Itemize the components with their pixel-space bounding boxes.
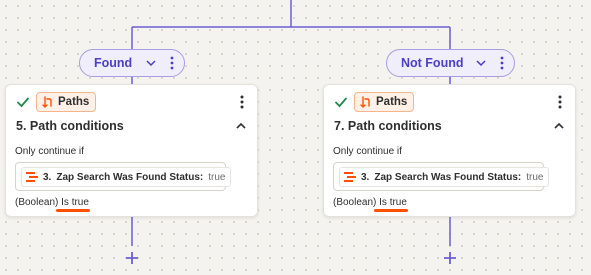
paths-branch-icon bbox=[360, 96, 370, 108]
app-badge[interactable]: Paths bbox=[354, 92, 415, 112]
step-title-text: Path conditions bbox=[347, 119, 442, 133]
step-card-path-conditions[interactable]: Paths 5. Path conditions Only continue i… bbox=[5, 84, 258, 217]
annotation-underline bbox=[374, 209, 408, 212]
path-pill-label: Not Found bbox=[401, 56, 464, 70]
rule-type: (Boolean) bbox=[15, 197, 59, 208]
rule-operator: Is true bbox=[61, 197, 89, 208]
plus-icon[interactable] bbox=[124, 250, 140, 266]
kebab-icon[interactable] bbox=[166, 55, 178, 71]
condition-subtitle: Only continue if bbox=[333, 146, 402, 157]
condition-rule: (Boolean) Is true bbox=[333, 197, 407, 208]
kebab-icon[interactable] bbox=[553, 94, 567, 110]
kebab-icon[interactable] bbox=[235, 94, 249, 110]
chevron-down-icon[interactable] bbox=[144, 56, 158, 70]
condition-chip[interactable]: 3. Zap Search Was Found Status: true bbox=[21, 167, 232, 187]
check-icon bbox=[17, 97, 29, 108]
step-title: 5. Path conditions bbox=[16, 119, 124, 133]
chevron-up-icon[interactable] bbox=[235, 120, 247, 132]
step-card-path-conditions[interactable]: Paths 7. Path conditions Only continue i… bbox=[323, 84, 576, 217]
chip-step-number: 3. bbox=[43, 171, 52, 183]
plus-icon[interactable] bbox=[442, 250, 458, 266]
condition-field[interactable]: 3. Zap Search Was Found Status: true bbox=[15, 162, 232, 191]
zapier-step-icon bbox=[26, 172, 38, 182]
kebab-icon[interactable] bbox=[496, 55, 508, 71]
chip-step-number: 3. bbox=[361, 171, 370, 183]
annotation-underline bbox=[56, 209, 90, 212]
rule-operator: Is true bbox=[379, 197, 407, 208]
step-number: 5. bbox=[16, 119, 27, 133]
chevron-down-icon[interactable] bbox=[474, 56, 488, 70]
chip-field-name: Zap Search Was Found Status: bbox=[56, 171, 204, 183]
zapier-step-icon bbox=[344, 172, 356, 182]
app-badge-label: Paths bbox=[58, 96, 90, 108]
step-title: 7. Path conditions bbox=[334, 119, 442, 133]
paths-branch-icon bbox=[42, 96, 52, 108]
app-badge[interactable]: Paths bbox=[36, 92, 97, 112]
condition-chip[interactable]: 3. Zap Search Was Found Status: true bbox=[339, 167, 550, 187]
rule-type: (Boolean) bbox=[333, 197, 377, 208]
condition-field[interactable]: 3. Zap Search Was Found Status: true bbox=[333, 162, 550, 191]
step-title-text: Path conditions bbox=[29, 119, 124, 133]
check-icon bbox=[335, 97, 347, 108]
chip-field-name: Zap Search Was Found Status: bbox=[374, 171, 522, 183]
app-badge-label: Paths bbox=[376, 96, 408, 108]
step-number: 7. bbox=[334, 119, 345, 133]
path-pill-label: Found bbox=[94, 56, 133, 70]
chip-value: true bbox=[208, 171, 226, 183]
path-pill-found[interactable]: Found bbox=[79, 49, 185, 77]
chip-value: true bbox=[526, 171, 544, 183]
condition-rule: (Boolean) Is true bbox=[15, 197, 89, 208]
chevron-up-icon[interactable] bbox=[553, 120, 565, 132]
condition-subtitle: Only continue if bbox=[15, 146, 84, 157]
path-pill-not-found[interactable]: Not Found bbox=[386, 49, 515, 77]
